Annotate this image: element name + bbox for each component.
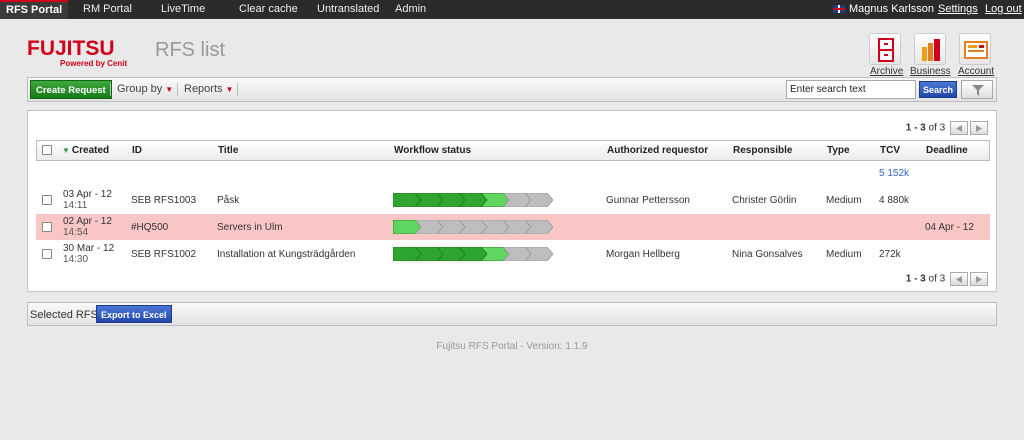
fujitsu-logo: FUJITSU Powered by Cenit [27, 37, 127, 68]
search-input[interactable] [786, 80, 916, 99]
toolbar: Create Request Group by▼ Reports▼ Search [27, 77, 997, 102]
sort-down-icon: ▼ [62, 146, 70, 155]
authorized-requestor: Morgan Hellberg [606, 249, 680, 260]
workflow-progress-bar [393, 193, 553, 207]
column-workflow-status[interactable]: Workflow status [394, 145, 471, 156]
rfs-id[interactable]: SEB RFS1002 [131, 249, 196, 260]
responsible: Christer Görlin [732, 195, 797, 206]
authorized-requestor: Gunnar Pettersson [606, 195, 690, 206]
rfs-type: Medium [826, 195, 862, 206]
business-label[interactable]: Business [910, 66, 951, 77]
table-row[interactable]: 30 Mar - 12 14:30 SEB RFS1002 Installati… [36, 241, 990, 267]
rfs-title[interactable]: Servers in Ulm [217, 222, 283, 233]
uk-flag-icon [833, 5, 845, 14]
column-type[interactable]: Type [827, 145, 850, 156]
created-time: 14:30 [63, 254, 89, 265]
filter-button[interactable] [961, 80, 993, 99]
pager-bottom: 1 - 3 of 3 [906, 272, 988, 286]
settings-link[interactable]: Settings [938, 0, 978, 19]
prev-page-button[interactable] [950, 121, 968, 135]
tcv-total: 5 152k [879, 168, 910, 179]
table-header: ▼ Created ID Title Workflow status Author… [36, 140, 990, 161]
tab-rfs-portal[interactable]: RFS Portal [0, 0, 69, 19]
column-responsible[interactable]: Responsible [733, 145, 792, 156]
table-row[interactable]: 02 Apr - 12 14:54 #HQ500 Servers in Ulm … [36, 214, 990, 240]
rfs-title[interactable]: Installation at Kungsträdgården [217, 249, 355, 260]
account-icon[interactable] [959, 33, 991, 65]
created-date: 02 Apr - 12 [63, 216, 112, 227]
next-page-button[interactable] [970, 121, 988, 135]
pager-total: of 3 [928, 273, 946, 285]
table-row[interactable]: 03 Apr - 12 14:11 SEB RFS1003 Påsk Gunna… [36, 187, 990, 213]
tab-untranslated[interactable]: Untranslated [317, 0, 379, 19]
brand-tagline: Powered by Cenit [60, 59, 128, 68]
account-label[interactable]: Account [958, 66, 994, 77]
pager-total: of 3 [928, 122, 946, 134]
rfs-deadline: 04 Apr - 12 [925, 222, 974, 233]
brand-name: FUJITSU [27, 37, 115, 60]
tab-rm-portal[interactable]: RM Portal [83, 0, 132, 19]
top-navigation: RFS Portal RM Portal LiveTime Clear cach… [0, 0, 1024, 19]
filter-icon [972, 85, 984, 96]
rfs-id[interactable]: SEB RFS1003 [131, 195, 196, 206]
created-date: 03 Apr - 12 [63, 189, 112, 200]
logout-link[interactable]: Log out [985, 0, 1022, 19]
group-by-menu[interactable]: Group by ▼ [117, 83, 173, 95]
workflow-progress-bar [393, 220, 553, 234]
tab-admin[interactable]: Admin [395, 0, 426, 19]
footer-version: Fujitsu RFS Portal - Version: 1.1.9 [436, 341, 588, 352]
column-tcv[interactable]: TCV [880, 145, 900, 156]
created-time: 14:11 [63, 200, 88, 211]
user-name: Magnus Karlsson [849, 3, 934, 15]
column-deadline[interactable]: Deadline [926, 145, 968, 156]
rfs-id[interactable]: #HQ500 [131, 222, 168, 233]
archive-label[interactable]: Archive [870, 66, 903, 77]
created-date: 30 Mar - 12 [63, 243, 115, 254]
row-checkbox[interactable] [42, 195, 52, 205]
page-title: RFS list [155, 39, 225, 61]
search-button[interactable]: Search [919, 81, 957, 98]
tab-livetime[interactable]: LiveTime [161, 0, 205, 19]
pager-top: 1 - 3 of 3 [906, 121, 988, 135]
rfs-type: Medium [826, 249, 862, 260]
rfs-list-panel: 1 - 3 of 3 ▼ Created ID Title Workflow st… [27, 110, 997, 292]
selected-rfs-label: Selected RFS: [30, 309, 101, 321]
rfs-tcv: 4 880k [879, 195, 910, 206]
tab-clear-cache[interactable]: Clear cache [239, 0, 298, 19]
rfs-title[interactable]: Påsk [217, 195, 239, 206]
reports-label: Reports [184, 83, 223, 95]
export-to-excel-button[interactable]: Export to Excel [96, 305, 172, 323]
row-checkbox[interactable] [42, 222, 52, 232]
user-info: Magnus Karlsson [833, 0, 934, 19]
toolbar-divider [110, 83, 111, 96]
group-by-label: Group by [117, 83, 163, 95]
reports-menu[interactable]: Reports ▼ [184, 83, 233, 95]
selected-rfs-bar: Selected RFS: Export to Excel [27, 302, 997, 326]
archive-icon[interactable] [869, 33, 901, 65]
prev-page-button[interactable] [950, 272, 968, 286]
chevron-down-icon: ▼ [165, 85, 174, 94]
responsible: Nina Gonsalves [732, 249, 803, 260]
business-icon[interactable] [914, 33, 946, 65]
toolbar-divider [237, 83, 238, 96]
created-time: 14:54 [63, 227, 89, 238]
row-checkbox[interactable] [42, 249, 52, 259]
workflow-progress-bar [393, 247, 553, 261]
create-request-button[interactable]: Create Request [30, 80, 112, 99]
chevron-down-icon: ▼ [225, 85, 234, 94]
pager-range: 1 - 3 [905, 273, 926, 285]
rfs-tcv: 272k [879, 249, 901, 260]
column-title[interactable]: Title [218, 145, 238, 156]
toolbar-divider [177, 83, 178, 96]
pager-range: 1 - 3 [905, 122, 926, 134]
select-all-checkbox[interactable] [42, 145, 52, 155]
column-authorized-requestor[interactable]: Authorized requestor [607, 145, 708, 156]
column-id[interactable]: ID [132, 145, 142, 156]
column-created[interactable]: ▼ Created [62, 145, 109, 156]
next-page-button[interactable] [970, 272, 988, 286]
